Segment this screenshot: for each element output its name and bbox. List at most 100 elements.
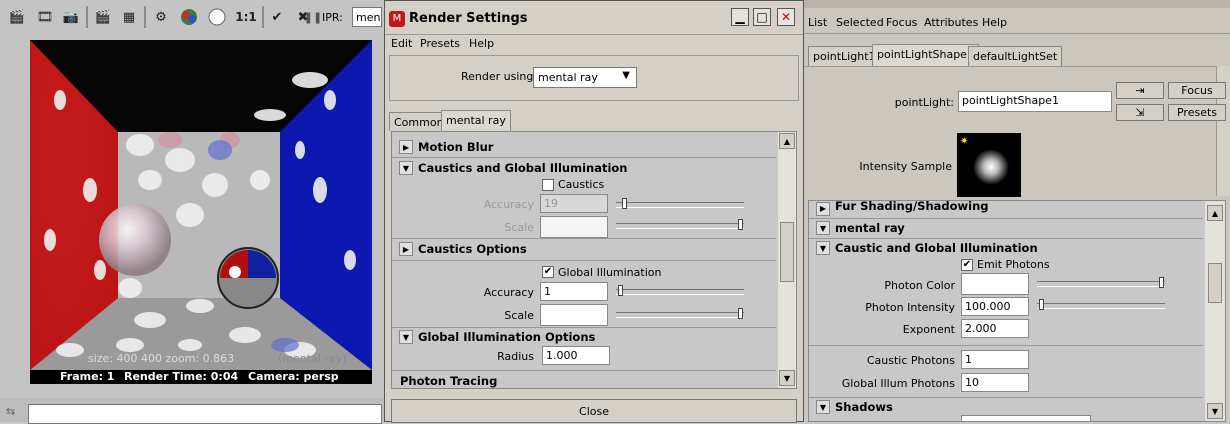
settings-scrollbar[interactable]: ▲ ▼ [778, 132, 796, 388]
slider-knob[interactable] [738, 219, 743, 230]
render-options-icon[interactable]: ⚙ [150, 6, 172, 28]
attributes-scrollbar[interactable]: ▲ ▼ [1205, 201, 1225, 421]
menu-selected[interactable]: Selected [836, 16, 884, 29]
exponent-label: Exponent [902, 323, 955, 336]
photon-color-slider[interactable] [1037, 281, 1165, 287]
divider [392, 260, 776, 261]
exponent-field[interactable]: 2.000 [961, 319, 1029, 338]
renderer-dropdown[interactable]: menta [352, 7, 382, 27]
command-line-input[interactable] [28, 404, 382, 424]
load-selected-icon[interactable]: ⇥ [1116, 82, 1164, 99]
menu-edit[interactable]: Edit [391, 37, 412, 50]
toolbar-separator [144, 6, 146, 28]
gi-photons-field[interactable]: 10 [961, 373, 1029, 392]
gi-scale-slider[interactable] [616, 312, 744, 318]
caustic-photons-field[interactable]: 1 [961, 350, 1029, 369]
divider [392, 238, 776, 239]
section-caustics-options[interactable]: ▶ Caustics Options [392, 240, 772, 259]
render-using-value: mental ray [538, 71, 598, 84]
attribute-editor-panel: List Selected Focus Attributes Help poin… [804, 0, 1230, 422]
section-caustic-gi[interactable]: ▼ Caustic and Global Illumination [809, 239, 1189, 258]
ipr-render-icon[interactable]: 🎬 [92, 6, 114, 28]
slider-knob[interactable] [1039, 299, 1044, 310]
radius-field[interactable]: 1.000 [542, 346, 610, 365]
tab-defaultlightset[interactable]: defaultLightSet [968, 46, 1063, 66]
section-caustics-gi[interactable]: ▼ Caustics and Global Illumination [392, 159, 772, 178]
divider [392, 157, 776, 158]
section-gi-options[interactable]: ▼ Global Illumination Options [392, 328, 772, 347]
menu-help[interactable]: Help [982, 16, 1007, 29]
expanded-arrow-icon: ▼ [399, 161, 413, 175]
maximize-icon[interactable]: □ [753, 8, 771, 26]
slider-knob[interactable] [622, 198, 627, 209]
caustics-scale-swatch[interactable] [540, 216, 608, 238]
divider [385, 34, 803, 35]
slider-knob[interactable] [738, 308, 743, 319]
scrollbar-thumb[interactable] [780, 222, 794, 282]
gi-accuracy-slider[interactable] [616, 289, 744, 295]
scroll-down-icon[interactable]: ▼ [1207, 403, 1223, 419]
section-title: Fur Shading/Shadowing [835, 201, 989, 213]
shadows-field-partial[interactable] [961, 415, 1091, 421]
cornell-box-render [30, 40, 372, 384]
tab-mental-ray[interactable]: mental ray [441, 110, 511, 131]
render-region-clapper-icon[interactable]: 🎞 [34, 6, 56, 28]
toolbar-separator [262, 6, 264, 28]
title-bar[interactable]: M Render Settings ▁ □ ✕ [385, 1, 803, 35]
script-editor-icon[interactable]: ⇆ [6, 405, 15, 418]
tab-pointlightshape1[interactable]: pointLightShape1 [872, 44, 979, 66]
render-using-dropdown[interactable]: mental ray ▼ [533, 67, 637, 88]
pointlight-name-field[interactable]: pointLightShape1 [958, 91, 1112, 112]
minimize-icon[interactable]: ▁ [731, 8, 749, 26]
ipr-refresh-icon[interactable]: ▦ [118, 6, 140, 28]
gi-checkbox[interactable]: ✔ [542, 266, 554, 278]
scroll-up-icon[interactable]: ▲ [1207, 205, 1223, 221]
alpha-channel-icon[interactable] [206, 6, 228, 28]
section-photon-tracing[interactable]: Photon Tracing [392, 372, 772, 391]
render-clapper-icon[interactable]: 🎬 [6, 6, 28, 28]
section-fur-shading[interactable]: ▶ Fur Shading/Shadowing [809, 201, 1189, 217]
slider-knob[interactable] [1159, 277, 1164, 288]
photon-intensity-slider[interactable] [1037, 303, 1165, 309]
menu-list[interactable]: List [808, 16, 827, 29]
caustics-scale-slider[interactable] [616, 223, 744, 229]
section-title: Caustics Options [418, 242, 527, 256]
pause-ipr-icon[interactable]: ❚❚ [302, 6, 324, 28]
keep-image-icon[interactable]: ✔ [266, 6, 288, 28]
rgb-channel-icon[interactable] [178, 6, 200, 28]
divider [804, 33, 1230, 34]
maya-app-icon: M [389, 11, 405, 27]
emit-photons-checkbox[interactable]: ✔ [961, 259, 973, 271]
radius-label: Radius [497, 350, 534, 363]
close-button[interactable]: Close [391, 399, 797, 423]
slider-knob[interactable] [618, 285, 623, 296]
real-size-button[interactable]: 1:1 [234, 6, 258, 28]
menu-focus[interactable]: Focus [886, 16, 917, 29]
gi-scale-swatch[interactable] [540, 304, 608, 326]
photon-color-swatch[interactable] [961, 273, 1029, 295]
presets-button[interactable]: Presets [1168, 104, 1226, 121]
caustics-checkbox[interactable] [542, 179, 554, 191]
close-window-icon[interactable]: ✕ [777, 8, 795, 26]
menu-attributes[interactable]: Attributes [924, 16, 978, 29]
menu-help[interactable]: Help [469, 37, 494, 50]
focus-button[interactable]: Focus [1168, 82, 1226, 99]
section-motion-blur[interactable]: ▶ Motion Blur [392, 138, 772, 157]
menu-presets[interactable]: Presets [420, 37, 460, 50]
snapshot-camera-icon[interactable]: 📷 [60, 6, 82, 28]
scroll-up-icon[interactable]: ▲ [779, 133, 795, 149]
toolbar-separator [86, 6, 88, 28]
tab-common[interactable]: Common [389, 112, 449, 131]
tab-pointlight1[interactable]: pointLight1 [808, 46, 881, 66]
photon-intensity-field[interactable]: 100.000 [961, 297, 1029, 316]
render-settings-window: M Render Settings ▁ □ ✕ Edit Presets Hel… [384, 0, 804, 423]
gi-accuracy-field[interactable]: 1 [540, 282, 608, 301]
caustics-accuracy-slider[interactable] [616, 202, 744, 208]
scroll-down-icon[interactable]: ▼ [779, 370, 795, 386]
copy-tab-icon[interactable]: ⇲ [1116, 104, 1164, 121]
caustics-accuracy-field[interactable]: 19 [540, 194, 608, 213]
intensity-sample-swatch: ✷ [957, 133, 1021, 197]
section-mental-ray[interactable]: ▼ mental ray [809, 219, 1189, 238]
scrollbar-thumb[interactable] [1208, 263, 1222, 303]
render-view-panel: 🎬 🎞 📷 🎬 ▦ ⚙ 1:1 ✔ ✖ ❚❚ IPR: menta [0, 0, 384, 424]
